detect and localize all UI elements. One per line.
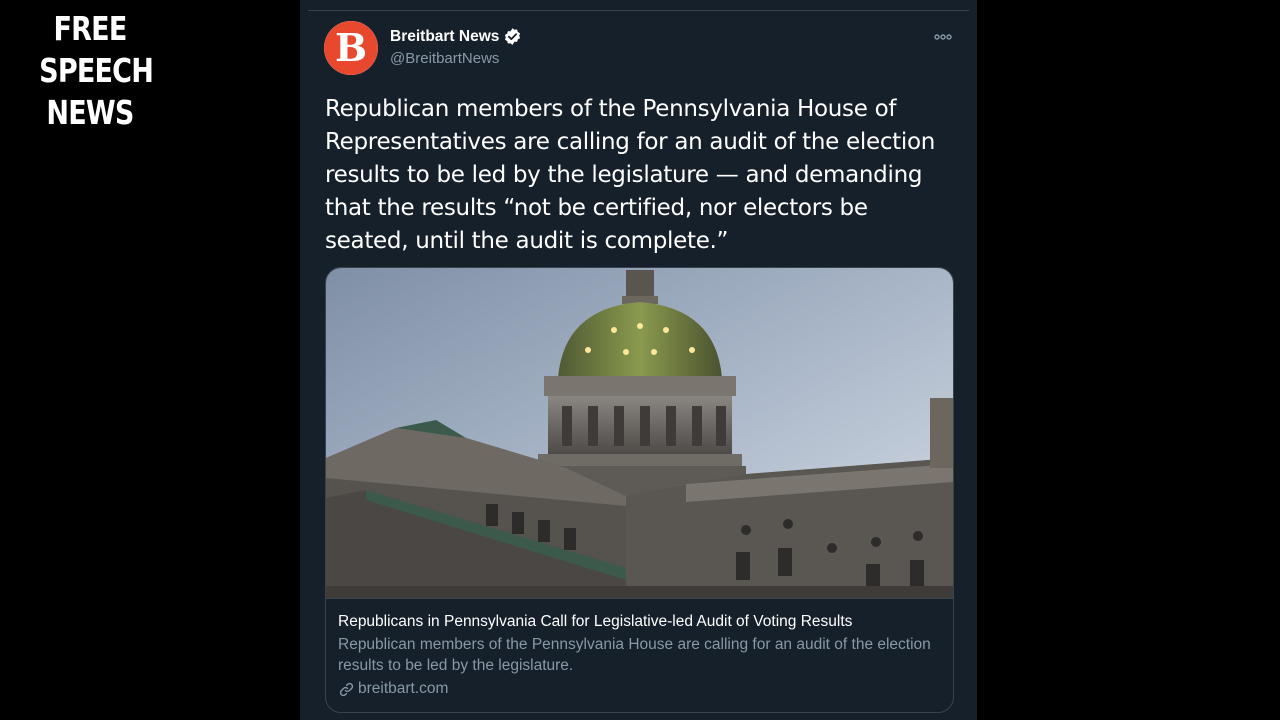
watermark-line: SPEECH <box>39 51 154 90</box>
card-image-capitol-building <box>326 268 953 598</box>
timeline-panel: B Breitbart News @BreitbartNews Republic… <box>300 0 977 720</box>
watermark-line: NEWS <box>46 93 134 132</box>
link-preview-card[interactable]: Republicans in Pennsylvania Call for Leg… <box>325 267 954 713</box>
more-options-icon[interactable] <box>933 27 953 47</box>
author-handle[interactable]: @BreitbartNews <box>390 50 522 67</box>
link-icon <box>339 682 354 696</box>
card-description: Republican members of the Pennsylvania H… <box>338 636 931 674</box>
breitbart-logo-icon: B <box>324 21 378 75</box>
svg-text:B: B <box>335 25 367 70</box>
tweet[interactable]: B Breitbart News @BreitbartNews Republic… <box>300 0 977 720</box>
card-info: Republicans in Pennsylvania Call for Leg… <box>326 598 953 698</box>
tweet-text: Republican members of the Pennsylvania H… <box>325 96 936 254</box>
avatar[interactable]: B <box>324 21 378 75</box>
author-name[interactable]: Breitbart News <box>390 28 499 46</box>
card-domain-row: breitbart.com <box>338 680 941 698</box>
card-domain[interactable]: breitbart.com <box>358 680 448 698</box>
card-title: Republicans in Pennsylvania Call for Leg… <box>338 613 853 630</box>
watermark-line: FREE <box>53 9 127 48</box>
watermark-logo: FREE SPEECH NEWS <box>39 8 154 134</box>
verified-badge-icon <box>505 28 521 45</box>
author-block: Breitbart News @BreitbartNews <box>390 27 522 67</box>
